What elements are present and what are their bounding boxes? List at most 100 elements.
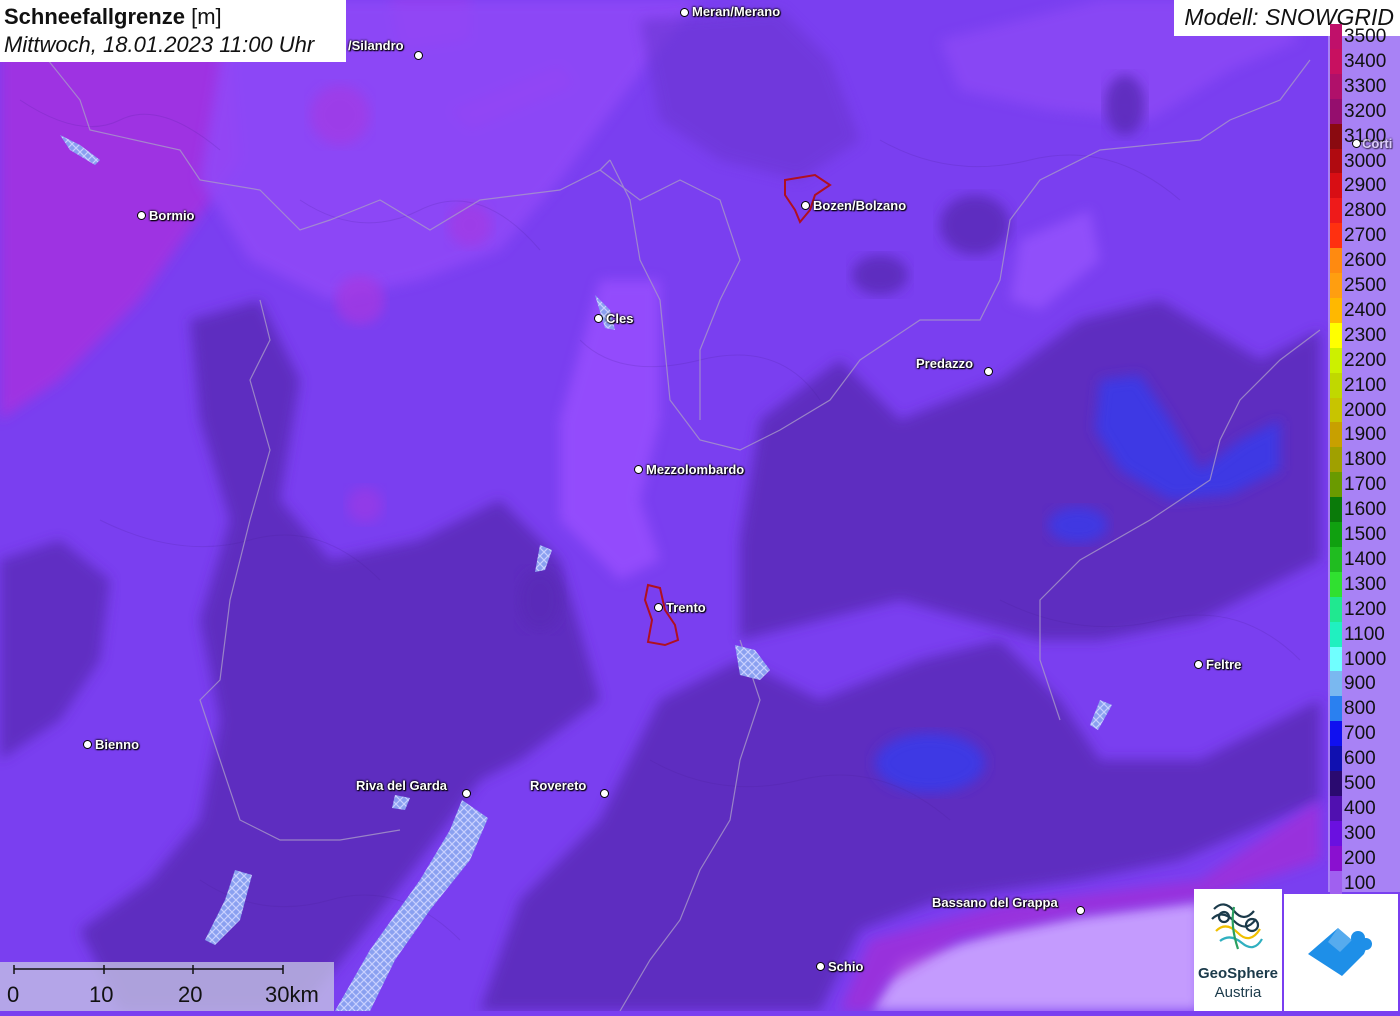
city-dot [594, 314, 603, 323]
dark-patch-3 [1105, 75, 1145, 135]
legend-label: 1500 [1344, 524, 1387, 545]
city-bozen[interactable]: Bozen/Bolzano [813, 198, 906, 213]
legend-item: 800 [1328, 696, 1400, 722]
dark-patch-2 [852, 255, 908, 295]
city-mezzolombardo[interactable]: Mezzolombardo [646, 462, 744, 477]
city-schio[interactable]: Schio [828, 959, 863, 974]
city-dot [1352, 139, 1361, 148]
legend-label: 2400 [1344, 299, 1387, 321]
scale-tick-10: 10 [89, 982, 114, 1007]
legend-swatch [1330, 198, 1342, 224]
legend-item: 3000 [1328, 148, 1400, 174]
forecast-datetime: Mittwoch, 18.01.2023 11:00 Uhr [4, 32, 315, 57]
legend-label: 3500 [1344, 26, 1387, 47]
city-predazzo[interactable]: Predazzo [916, 356, 973, 371]
legend-label: 1800 [1344, 449, 1387, 471]
legend-label: 900 [1344, 673, 1376, 695]
legend-item: 2500 [1328, 273, 1400, 298]
city-dot [680, 8, 689, 17]
legend-item: 3400 [1328, 48, 1400, 74]
legend-label: 600 [1344, 748, 1376, 770]
city-dot [984, 367, 993, 376]
legend-label: 2600 [1344, 250, 1387, 272]
legend-item: 2700 [1328, 223, 1400, 249]
legend-swatch [1330, 223, 1342, 249]
legend-label: 1600 [1344, 499, 1387, 521]
legend-swatch [1330, 173, 1342, 199]
legend-label: 1200 [1344, 598, 1387, 620]
city-corti[interactable]: Corti [1362, 136, 1392, 151]
legend-label: 2800 [1344, 200, 1387, 222]
city-cles[interactable]: Cles [606, 311, 633, 326]
city-meran[interactable]: Meran/Merano [692, 4, 780, 19]
legend-swatch [1330, 447, 1342, 473]
geosphere-name: GeoSphere [1197, 965, 1279, 982]
city-bassano[interactable]: Bassano del Grappa [932, 895, 1058, 910]
legend-swatch [1330, 621, 1342, 647]
city-dot [816, 962, 825, 971]
scale-tick-20: 20 [178, 982, 203, 1007]
geosphere-logo[interactable]: GeoSphere Austria [1194, 889, 1282, 1011]
city-bienno[interactable]: Bienno [95, 737, 139, 752]
legend-swatch [1330, 546, 1342, 572]
legend-label: 1700 [1344, 474, 1387, 496]
legend-label: 700 [1344, 723, 1376, 745]
legend-swatch [1330, 721, 1342, 747]
legend-item: 1800 [1328, 447, 1400, 473]
legend-item: 200 [1328, 845, 1400, 871]
legend-label: 2000 [1344, 399, 1387, 421]
legend-swatch [1330, 322, 1342, 348]
legend-swatch [1330, 73, 1342, 99]
snow-app-logo[interactable] [1284, 894, 1398, 1011]
legend-swatch [1330, 820, 1342, 846]
city-bormio[interactable]: Bormio [149, 208, 195, 223]
geosphere-country: Austria [1214, 984, 1262, 1001]
city-rovereto[interactable]: Rovereto [530, 778, 586, 793]
city-dot [654, 603, 663, 612]
legend-swatch [1330, 372, 1342, 398]
legend-swatch [1330, 870, 1342, 896]
legend-swatch [1330, 148, 1342, 174]
scale-tick-0: 0 [7, 982, 20, 1007]
legend-item: 3500 [1328, 24, 1400, 49]
legend-item: 2200 [1328, 347, 1400, 373]
legend-item: 1700 [1328, 472, 1400, 498]
city-trento[interactable]: Trento [666, 600, 706, 615]
legend-item: 2800 [1328, 198, 1400, 224]
legend-swatch [1330, 123, 1342, 149]
legend-item: 1100 [1328, 621, 1400, 647]
legend-label: 2200 [1344, 349, 1387, 371]
legend-swatch [1330, 422, 1342, 448]
legend-item: 500 [1328, 771, 1400, 796]
city-dot [1076, 906, 1085, 915]
blue-zone-small [1048, 507, 1108, 543]
legend-item: 2000 [1328, 397, 1400, 423]
geosphere-emblem-icon [1211, 903, 1263, 950]
map-title: Schneefallgrenze [m] [4, 3, 342, 31]
legend-item: 1500 [1328, 522, 1400, 547]
legend-swatch [1330, 646, 1342, 672]
legend-label: 3300 [1344, 75, 1387, 97]
city-dot [414, 51, 423, 60]
dark-patch-1 [940, 195, 1010, 255]
legend-item: 1200 [1328, 596, 1400, 622]
dark-patch-4 [518, 570, 562, 630]
city-dot [137, 211, 146, 220]
city-riva[interactable]: Riva del Garda [356, 778, 447, 793]
city-silandro[interactable]: /Silandro [348, 38, 404, 53]
legend-label: 1100 [1344, 623, 1385, 645]
legend-item: 1300 [1328, 571, 1400, 597]
city-dot [83, 740, 92, 749]
parameter-name: Schneefallgrenze [4, 4, 185, 29]
legend-item: 3200 [1328, 98, 1400, 124]
legend-label: 2100 [1344, 374, 1387, 396]
legend-label: 2500 [1344, 275, 1387, 296]
legend-label: 100 [1344, 872, 1376, 894]
legend-item: 2300 [1328, 322, 1400, 348]
legend-item: 400 [1328, 795, 1400, 821]
city-feltre[interactable]: Feltre [1206, 657, 1241, 672]
legend-swatch [1330, 98, 1342, 124]
legend-item: 2100 [1328, 372, 1400, 398]
legend-label: 2900 [1344, 175, 1387, 197]
snowfall-limit-map[interactable] [0, 0, 1400, 1011]
